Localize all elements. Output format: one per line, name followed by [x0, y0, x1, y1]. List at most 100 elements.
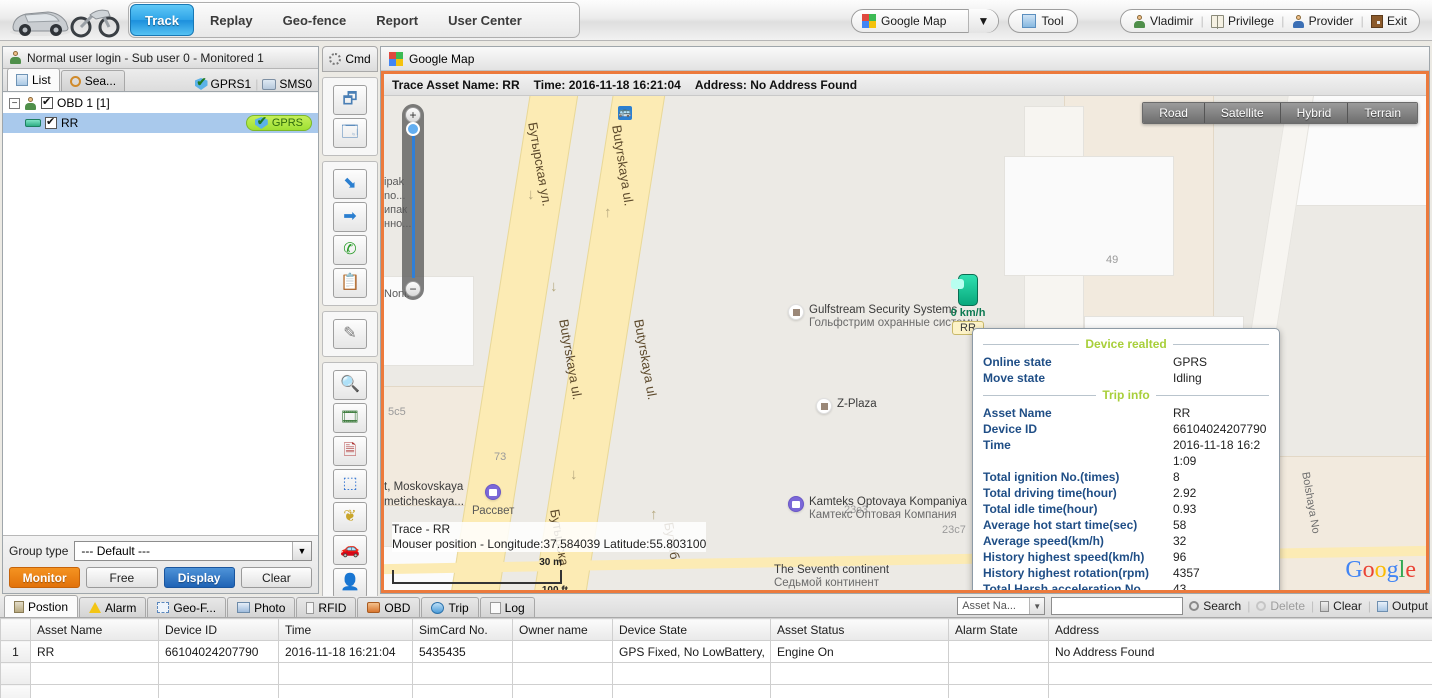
tab-list[interactable]: List — [7, 68, 60, 91]
clipboard-clear-button[interactable]: 📋 — [333, 268, 367, 298]
nodes-button[interactable]: ⬚ — [333, 469, 367, 499]
map-type-terrain-label: Terrain — [1364, 106, 1401, 120]
tab-alarm[interactable]: Alarm — [79, 597, 146, 617]
search-field-select[interactable]: Asset Na... ▼ — [957, 597, 1045, 615]
poi-zplaza[interactable]: Z-Plaza — [816, 398, 877, 414]
tree-node-group[interactable]: − OBD 1 [1] — [3, 93, 318, 113]
collapse-icon[interactable]: − — [9, 98, 20, 109]
scale-metric-label: 30 m — [539, 557, 562, 568]
media-icon: 🎞 — [340, 410, 360, 426]
monitor-button-label: Monitor — [23, 571, 67, 585]
tab-log[interactable]: Log — [480, 597, 535, 617]
command-group-4: 🔍 🎞 🗎 ⬚ ❦ 🚗 👤 — [322, 362, 378, 606]
tab-rfid[interactable]: RFID — [296, 597, 356, 617]
map-type-terrain[interactable]: Terrain — [1348, 103, 1417, 123]
cell-index: 1 — [1, 641, 31, 663]
chevron-down-icon[interactable]: ▼ — [1029, 598, 1044, 614]
chevron-down-icon[interactable]: ▼ — [292, 542, 311, 560]
device-checkbox[interactable] — [45, 117, 57, 129]
poi-kamteks[interactable]: Kamteks Optovaya Kompaniya Камтекс Оптов… — [788, 496, 967, 522]
tool-button[interactable]: Tool — [1008, 9, 1078, 33]
vehicle-marker[interactable]: 0 km/h RR — [948, 274, 988, 335]
arrow-down-right-button[interactable]: ⬊ — [333, 169, 367, 199]
map-viewport[interactable]: Trace Asset Name: RR Time: 2016-11-18 16… — [381, 71, 1429, 593]
info-row: Time2016-11-18 16:21:09 — [983, 437, 1269, 469]
tree-node-device[interactable]: RR GPRS — [3, 113, 318, 133]
nav-tab-replay[interactable]: Replay — [196, 4, 267, 36]
table-row-empty — [1, 685, 1432, 698]
zoom-in-icon: + — [409, 109, 416, 121]
column-asset-name[interactable]: Asset Name — [31, 619, 159, 641]
tab-obd[interactable]: OBD — [357, 597, 420, 617]
poi-rassvet[interactable]: Рассвет — [472, 484, 514, 518]
arrow-right-button[interactable]: ➡ — [333, 202, 367, 232]
zoom-out-button[interactable]: − — [405, 281, 421, 297]
device-gprs-badge-label: GPRS — [272, 117, 303, 129]
account-privilege[interactable]: Privilege — [1211, 14, 1274, 28]
column-device-id[interactable]: Device ID — [159, 619, 279, 641]
nav-tab-track-label: Track — [145, 13, 179, 28]
account-provider[interactable]: Provider — [1292, 14, 1354, 28]
zoom-slider-knob[interactable] — [406, 122, 420, 136]
table-row[interactable]: 1 RR 66104024207790 2016-11-18 16:21:04 … — [1, 641, 1432, 663]
chevron-down-icon[interactable]: ▼ — [968, 9, 998, 33]
tab-search[interactable]: Sea... — [61, 70, 125, 91]
display-button[interactable]: Display — [164, 567, 235, 588]
window-settings-button[interactable]: 🗔 — [333, 118, 367, 148]
clear-button[interactable]: Clear — [1320, 599, 1362, 613]
vehicle-speed-label: 0 km/h — [948, 307, 988, 319]
column-alarm-state[interactable]: Alarm State — [949, 619, 1049, 641]
map-type-road-label: Road — [1159, 106, 1188, 120]
car-edit-button[interactable]: 🚗 — [333, 535, 367, 565]
map-type-hybrid[interactable]: Hybrid — [1281, 103, 1349, 123]
cell-empty — [513, 663, 613, 685]
map-provider-select[interactable]: Google Map ▼ — [851, 9, 999, 33]
copy-settings-button[interactable]: 🗗 — [333, 85, 367, 115]
tab-position[interactable]: Postion — [4, 595, 78, 617]
zoom-slider-track[interactable] — [412, 126, 415, 278]
column-time[interactable]: Time — [279, 619, 413, 641]
money-tree-button[interactable]: ❦ — [333, 502, 367, 532]
tab-geofence[interactable]: Geo-F... — [147, 597, 226, 617]
account-user[interactable]: Vladimir — [1133, 14, 1193, 28]
poi-seventh-continent[interactable]: The Seventh continent Седьмой континент — [774, 564, 889, 590]
tab-trip[interactable]: Trip — [421, 597, 478, 617]
group-type-select[interactable]: --- Default --- ▼ — [74, 541, 312, 561]
edit-note-button[interactable]: ✎ — [333, 319, 367, 349]
google-attribution: Google — [1345, 557, 1416, 584]
clear-button[interactable]: Clear — [241, 567, 312, 588]
phone-button[interactable]: ✆ — [333, 235, 367, 265]
device-tree[interactable]: − OBD 1 [1] RR GPRS — [3, 93, 318, 535]
info-key: History highest speed(km/h) — [983, 549, 1173, 565]
info-value: 58 — [1173, 517, 1186, 533]
search-button[interactable]: Search — [1189, 599, 1241, 613]
monitor-button[interactable]: Monitor — [9, 567, 80, 588]
user-edit-button[interactable]: 👤 — [333, 568, 367, 598]
map-type-road[interactable]: Road — [1143, 103, 1205, 123]
cell-empty — [31, 663, 159, 685]
column-address[interactable]: Address — [1049, 619, 1432, 641]
output-button[interactable]: Output — [1377, 599, 1428, 613]
column-owner-name[interactable]: Owner name — [513, 619, 613, 641]
zoom-in-button[interactable]: + — [405, 107, 421, 123]
column-simcard-no[interactable]: SimCard No. — [413, 619, 513, 641]
tab-photo[interactable]: Photo — [227, 597, 295, 617]
info-value: 4357 — [1173, 565, 1200, 581]
group-checkbox[interactable] — [41, 97, 53, 109]
document-delete-button[interactable]: 🗎 — [333, 436, 367, 466]
info-row: Device ID66104024207790 — [983, 421, 1269, 437]
search-input[interactable] — [1051, 597, 1183, 615]
nav-tab-user-center[interactable]: User Center — [434, 4, 536, 36]
image-search-button[interactable]: 🔍 — [333, 370, 367, 400]
nav-tab-report[interactable]: Report — [362, 4, 432, 36]
nav-tab-track[interactable]: Track — [130, 4, 194, 36]
free-button[interactable]: Free — [86, 567, 157, 588]
map-zoom-control[interactable]: + − — [402, 104, 424, 300]
nav-tab-geofence[interactable]: Geo-fence — [269, 4, 361, 36]
media-button[interactable]: 🎞 — [333, 403, 367, 433]
map-type-satellite[interactable]: Satellite — [1205, 103, 1281, 123]
account-exit[interactable]: Exit — [1371, 14, 1407, 28]
column-device-state[interactable]: Device State — [613, 619, 771, 641]
column-asset-status[interactable]: Asset Status — [771, 619, 949, 641]
cell-simcard-no: 5435435 — [413, 641, 513, 663]
